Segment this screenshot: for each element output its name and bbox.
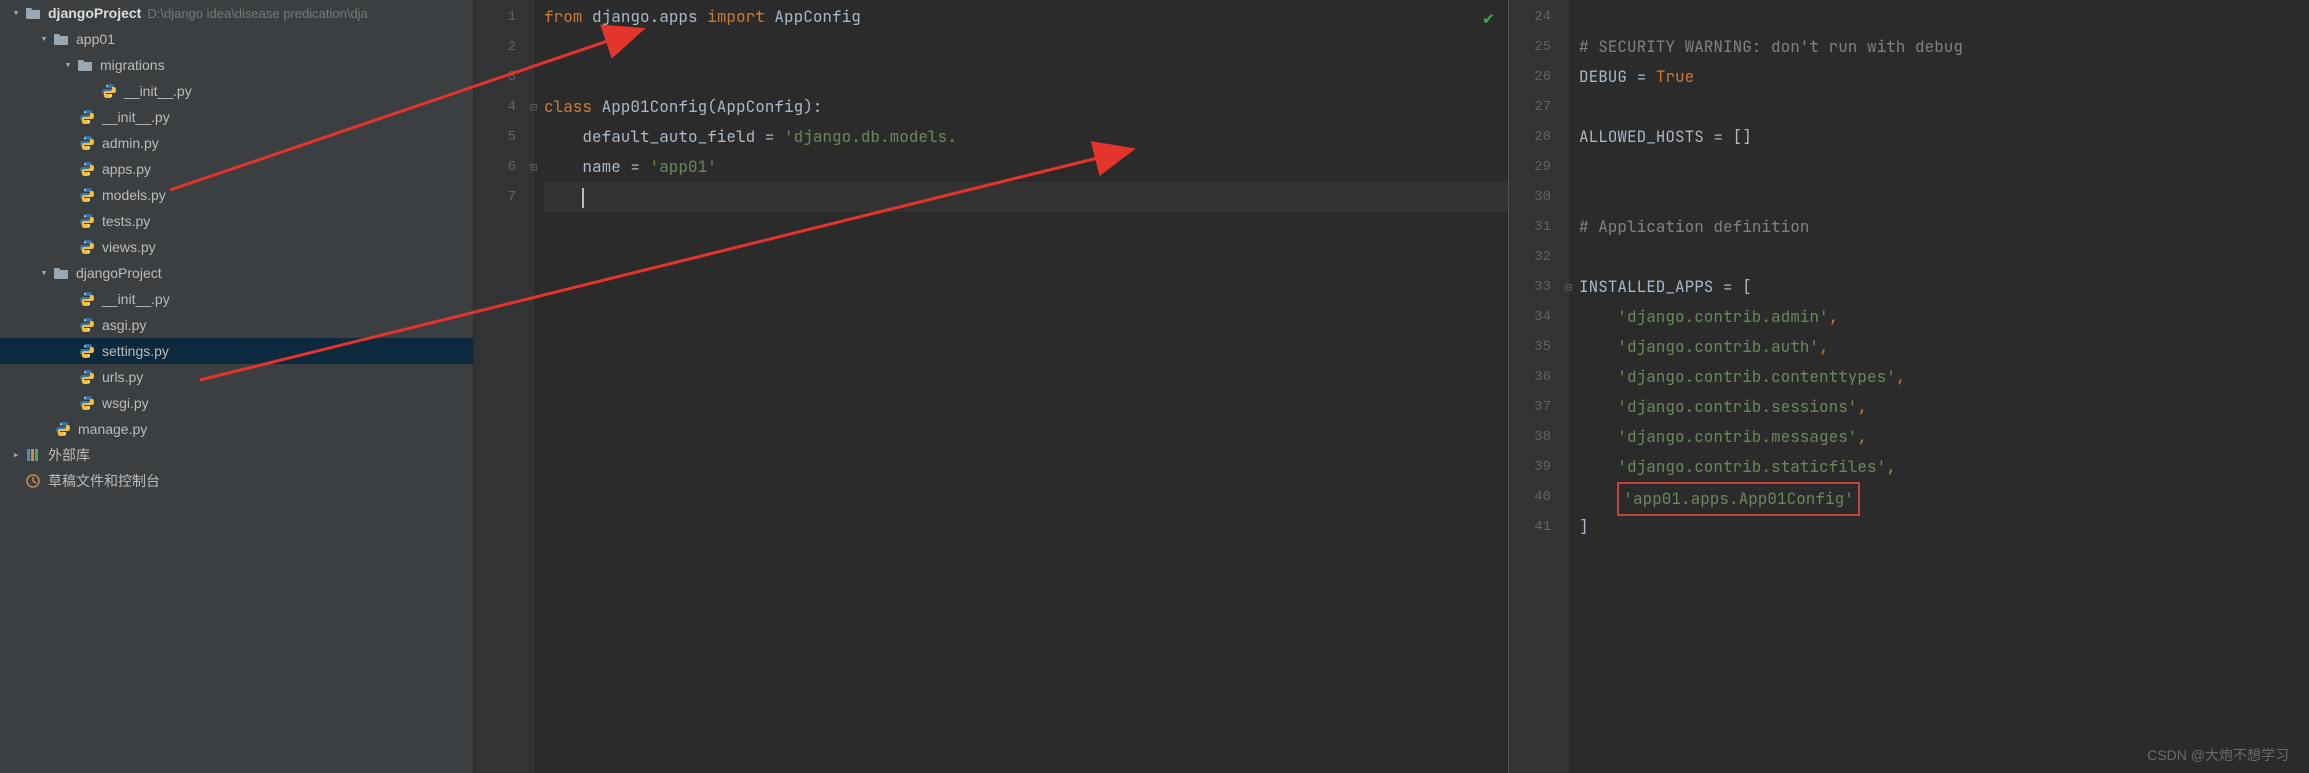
fold-end-icon[interactable]: ⊟	[530, 152, 537, 182]
tree-label: 草稿文件和控制台	[48, 471, 160, 491]
project-tree[interactable]: ▾ djangoProject D:\django idea\disease p…	[0, 0, 474, 773]
tree-file-settings[interactable]: settings.py	[0, 338, 473, 364]
tree-file[interactable]: __init__.py	[0, 78, 473, 104]
folder-icon	[76, 56, 94, 74]
tree-file[interactable]: asgi.py	[0, 312, 473, 338]
library-icon	[24, 446, 42, 464]
inspection-ok-icon[interactable]: ✔	[1483, 8, 1494, 30]
tree-label: views.py	[102, 239, 156, 255]
tree-label: admin.py	[102, 135, 159, 151]
text-caret	[582, 188, 584, 208]
editor-gutter: 1 2 3 4 5 6 7	[474, 0, 534, 773]
chevron-down-icon: ▾	[36, 266, 52, 280]
tree-file[interactable]: urls.py	[0, 364, 473, 390]
tree-label: app01	[76, 31, 115, 47]
tree-migrations[interactable]: ▾ migrations	[0, 52, 473, 78]
tree-file-apps[interactable]: apps.py	[0, 156, 473, 182]
tree-file[interactable]: __init__.py	[0, 104, 473, 130]
tree-label: settings.py	[102, 343, 169, 359]
tree-label: djangoProject	[76, 265, 162, 281]
python-file-icon	[78, 186, 96, 204]
tree-file[interactable]: admin.py	[0, 130, 473, 156]
chevron-down-icon: ▾	[60, 58, 76, 72]
tree-file[interactable]: models.py	[0, 182, 473, 208]
tree-scratches[interactable]: 草稿文件和控制台	[0, 468, 473, 494]
tree-proj[interactable]: ▾ djangoProject	[0, 260, 473, 286]
folder-icon	[52, 264, 70, 282]
chevron-down-icon: ▾	[36, 32, 52, 46]
scratch-icon	[24, 472, 42, 490]
tree-file[interactable]: manage.py	[0, 416, 473, 442]
tree-label: manage.py	[78, 421, 147, 437]
python-file-icon	[78, 160, 96, 178]
chevron-right-icon: ▸	[8, 448, 24, 462]
python-file-icon	[78, 108, 96, 126]
python-file-icon	[78, 394, 96, 412]
folder-icon	[52, 30, 70, 48]
python-file-icon	[78, 290, 96, 308]
tree-label: djangoProject	[48, 5, 141, 21]
tree-label: tests.py	[102, 213, 150, 229]
python-file-icon	[78, 212, 96, 230]
tree-label: __init__.py	[102, 291, 170, 307]
tree-path: D:\django idea\disease predication\dja	[147, 6, 367, 21]
tree-file[interactable]: tests.py	[0, 208, 473, 234]
python-file-icon	[100, 82, 118, 100]
tree-label: 外部库	[48, 445, 90, 465]
tree-label: migrations	[100, 57, 165, 73]
tree-label: __init__.py	[124, 83, 192, 99]
folder-icon	[24, 4, 42, 22]
fold-icon[interactable]: ⊟	[530, 92, 537, 122]
watermark: CSDN @大炮不想学习	[2147, 745, 2289, 765]
chevron-down-icon: ▾	[8, 6, 24, 20]
code-area[interactable]: from django.apps import AppConfig ⊟class…	[534, 0, 1508, 773]
editor-apps-py[interactable]: 1 2 3 4 5 6 7 from django.apps import Ap…	[474, 0, 1509, 773]
tree-label: apps.py	[102, 161, 151, 177]
tree-file[interactable]: __init__.py	[0, 286, 473, 312]
fold-icon[interactable]: ⊟	[1565, 272, 1572, 302]
tree-file[interactable]: views.py	[0, 234, 473, 260]
python-file-icon	[78, 238, 96, 256]
python-file-icon	[54, 420, 72, 438]
python-file-icon	[78, 342, 96, 360]
editor-settings-py[interactable]: 242526272829303132333435363738394041 # S…	[1509, 0, 2309, 773]
tree-label: wsgi.py	[102, 395, 149, 411]
python-file-icon	[78, 134, 96, 152]
tree-label: __init__.py	[102, 109, 170, 125]
tree-root[interactable]: ▾ djangoProject D:\django idea\disease p…	[0, 0, 473, 26]
annotation-highlight: 'app01.apps.App01Config'	[1617, 482, 1859, 516]
python-file-icon	[78, 316, 96, 334]
tree-file[interactable]: wsgi.py	[0, 390, 473, 416]
tree-app01[interactable]: ▾ app01	[0, 26, 473, 52]
tree-label: urls.py	[102, 369, 143, 385]
code-area[interactable]: # SECURITY WARNING: don't run with debug…	[1569, 0, 2309, 773]
tree-external-libs[interactable]: ▸ 外部库	[0, 442, 473, 468]
python-file-icon	[78, 368, 96, 386]
tree-label: models.py	[102, 187, 166, 203]
tree-label: asgi.py	[102, 317, 146, 333]
editor-gutter: 242526272829303132333435363738394041	[1509, 0, 1569, 773]
